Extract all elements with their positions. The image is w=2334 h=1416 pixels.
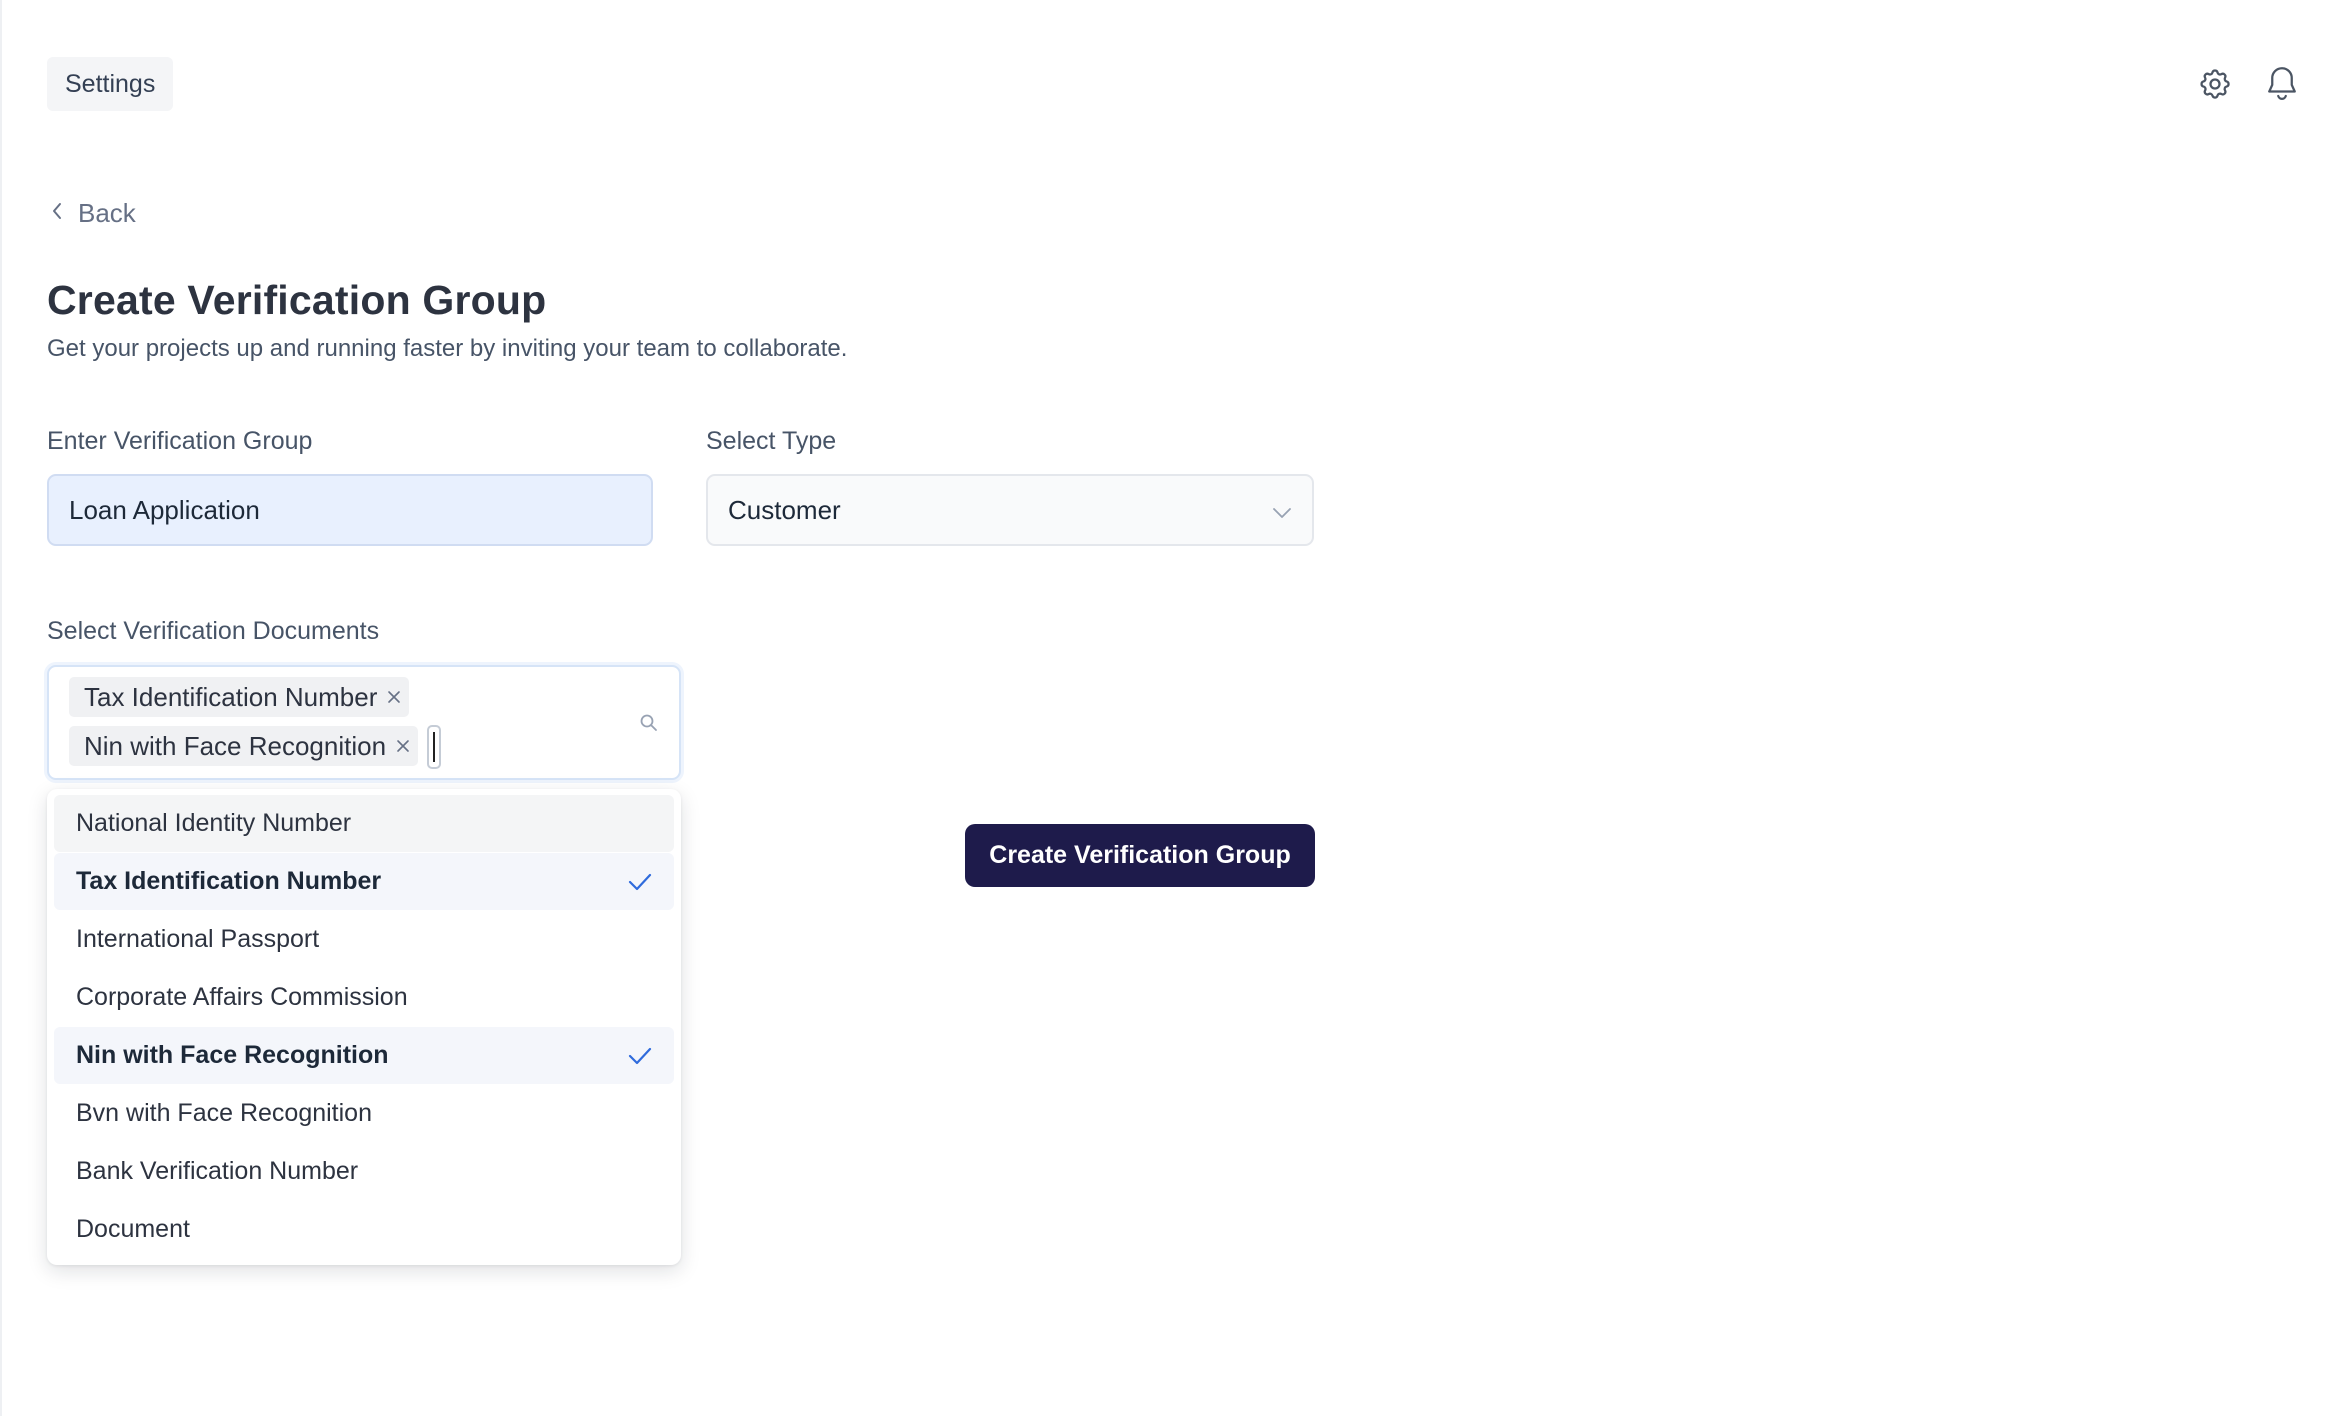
gear-icon[interactable] <box>2193 62 2237 106</box>
tag-label: Nin with Face Recognition <box>84 730 387 761</box>
left-border <box>0 0 2 1416</box>
option-bvn-face-recognition[interactable]: Bvn with Face Recognition <box>54 1085 674 1142</box>
create-verification-group-button[interactable]: Create Verification Group <box>965 824 1315 887</box>
option-label: Corporate Affairs Commission <box>76 983 408 1011</box>
option-national-identity-number[interactable]: National Identity Number <box>54 795 674 852</box>
page-title: Create Verification Group <box>47 277 547 323</box>
option-label: International Passport <box>76 925 320 953</box>
option-label: National Identity Number <box>76 809 352 837</box>
option-corporate-affairs-commission[interactable]: Corporate Affairs Commission <box>54 969 674 1026</box>
text-cursor[interactable] <box>427 725 441 769</box>
close-icon[interactable] <box>396 739 410 753</box>
verification-group-input[interactable] <box>47 474 653 546</box>
option-label: Document <box>76 1215 190 1243</box>
selected-tag: Tax Identification Number <box>69 677 410 717</box>
bell-icon[interactable] <box>2260 62 2304 106</box>
selected-tag: Nin with Face Recognition <box>69 726 419 766</box>
option-label: Bvn with Face Recognition <box>76 1099 372 1127</box>
verification-docs-label: Select Verification Documents <box>47 617 380 645</box>
option-bank-verification-number[interactable]: Bank Verification Number <box>54 1143 674 1200</box>
back-label: Back <box>78 197 136 228</box>
close-icon[interactable] <box>387 690 401 704</box>
select-type-label: Select Type <box>706 427 837 455</box>
option-nin-face-recognition[interactable]: Nin with Face Recognition <box>54 1027 674 1084</box>
tag-label: Tax Identification Number <box>84 681 378 712</box>
page-subtitle: Get your projects up and running faster … <box>47 335 848 362</box>
option-tax-identification-number[interactable]: Tax Identification Number <box>54 853 674 910</box>
option-label: Nin with Face Recognition <box>76 1041 389 1069</box>
select-type-value: Customer <box>728 494 841 525</box>
search-icon <box>639 713 659 738</box>
option-international-passport[interactable]: International Passport <box>54 911 674 968</box>
back-link[interactable]: Back <box>50 194 136 232</box>
check-icon <box>628 1046 652 1066</box>
verification-docs-multiselect[interactable]: Tax Identification Number Nin with Face … <box>47 665 681 780</box>
option-label: Tax Identification Number <box>76 867 382 895</box>
verification-group-label: Enter Verification Group <box>47 427 313 455</box>
chevron-left-icon <box>50 198 64 229</box>
option-document[interactable]: Document <box>54 1201 674 1258</box>
option-label: Bank Verification Number <box>76 1157 359 1185</box>
chevron-down-icon <box>1272 495 1292 526</box>
check-icon <box>628 872 652 892</box>
verification-docs-options: National Identity Number Tax Identificat… <box>47 789 681 1265</box>
select-type-dropdown[interactable]: Customer <box>706 474 1314 546</box>
breadcrumb-settings[interactable]: Settings <box>47 57 174 111</box>
